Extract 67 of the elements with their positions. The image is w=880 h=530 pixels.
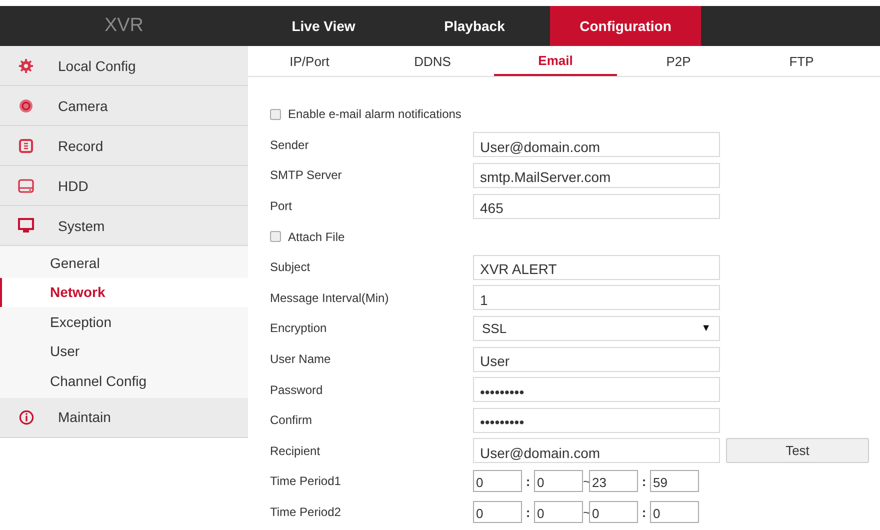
sidebar-item[interactable]: System (0, 206, 248, 246)
separator-text: : (640, 504, 648, 520)
time-field[interactable]: 59 (650, 470, 699, 492)
input-field[interactable]: User (473, 346, 720, 372)
checkbox-label: Attach File (288, 230, 345, 244)
field-label: User Name (270, 352, 332, 366)
input-field[interactable]: ••••••••• (473, 408, 720, 433)
info-icon (18, 410, 34, 424)
field-label: Sender (270, 138, 310, 152)
hard-drive-icon (18, 178, 34, 192)
nav-tab[interactable]: Playback (399, 6, 550, 46)
field-label: SMTP Server (270, 168, 343, 182)
time-field[interactable]: 0 (534, 501, 583, 524)
nav-tab[interactable]: Live View (248, 6, 399, 46)
checkbox[interactable] (270, 231, 281, 242)
settings-tab[interactable]: Email (494, 46, 617, 76)
field-label: Subject (270, 260, 312, 274)
camera-lens-icon (19, 98, 33, 112)
input-field[interactable]: ••••••••• (473, 377, 720, 402)
field-label: Encryption (270, 321, 328, 336)
gear-icon (19, 58, 33, 72)
dropdown-value: SSL (482, 320, 507, 336)
sidebar-item[interactable]: Local Config (0, 46, 248, 86)
settings-tab[interactable]: IP/Port (248, 46, 371, 76)
time-field[interactable]: 23 (589, 470, 638, 492)
field-label: Message Interval(Min) (270, 290, 390, 305)
sidebar-subitem[interactable]: Exception (0, 307, 248, 336)
sidebar-subitem[interactable]: General (0, 248, 248, 278)
time-field[interactable]: 0 (473, 470, 522, 492)
input-field[interactable]: XVR ALERT (473, 254, 720, 280)
field-label: Time Period1 (270, 474, 342, 488)
nav-tab[interactable]: Configuration (550, 6, 701, 46)
sidebar-item[interactable]: Maintain (0, 398, 248, 438)
field-label: Confirm (270, 413, 314, 428)
input-field[interactable]: 465 (473, 194, 720, 219)
sidebar-item[interactable]: HDD (0, 166, 248, 206)
field-label: Recipient (270, 444, 322, 458)
separator-text: : (524, 504, 532, 520)
sidebar-item[interactable]: Record (0, 126, 248, 166)
monitor-icon (18, 218, 34, 233)
input-field[interactable]: User@domain.com (473, 438, 720, 464)
input-field[interactable]: smtp.MailServer.com (473, 162, 720, 188)
sidebar-subitem[interactable]: Network (0, 278, 248, 307)
checkbox[interactable] (270, 108, 281, 120)
settings-tab[interactable]: FTP (740, 46, 863, 76)
logo-text: XVR (103, 14, 145, 38)
field-label: Password (270, 382, 324, 397)
time-field[interactable]: 0 (650, 501, 699, 524)
dropdown[interactable]: SSL ▼ (473, 316, 720, 341)
separator-text: : (640, 474, 648, 489)
settings-tab[interactable]: DDNS (371, 46, 494, 76)
time-field[interactable]: 0 (473, 501, 522, 524)
input-field[interactable]: 1 (473, 285, 720, 310)
record-icon (19, 138, 33, 152)
separator-text: : (524, 474, 532, 489)
field-label: Time Period2 (270, 505, 342, 520)
checkbox-label: Enable e-mail alarm notifications (288, 107, 462, 122)
test-button[interactable]: Test (726, 438, 869, 464)
time-field[interactable]: 0 (589, 501, 638, 524)
input-field[interactable]: User@domain.com (473, 132, 720, 158)
sidebar-item[interactable]: Camera (0, 86, 248, 126)
field-label: Port (270, 199, 294, 214)
dropdown-arrow-icon: ▼ (701, 322, 711, 334)
sidebar-subitem[interactable]: User (0, 336, 248, 366)
time-field[interactable]: 0 (534, 470, 583, 492)
sidebar-subitem[interactable]: Channel Config (0, 366, 248, 396)
settings-tab[interactable]: P2P (617, 46, 740, 76)
